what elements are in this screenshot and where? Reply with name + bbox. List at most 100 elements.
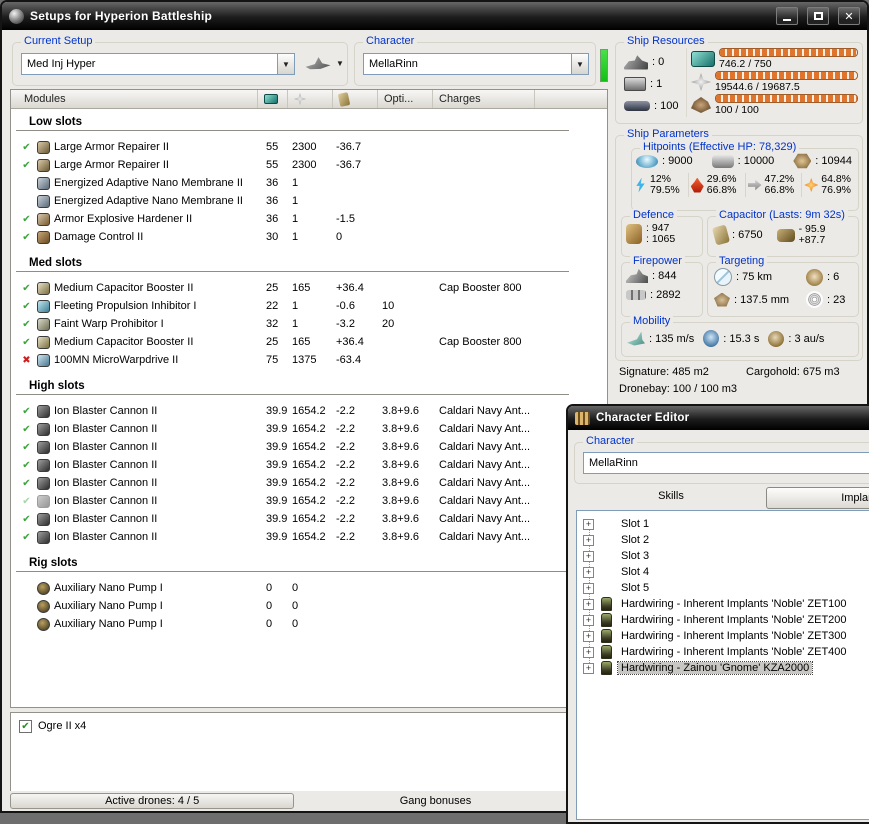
minimize-button[interactable] (776, 7, 798, 25)
expand-icon[interactable]: + (583, 662, 594, 674)
module-row[interactable]: ✔ Fleeting Propulsion Inhibitor I 22 1 -0.6 1… (11, 297, 607, 315)
header-charges[interactable]: Charges (433, 90, 535, 108)
ship-menu-button[interactable]: ▼ (305, 56, 344, 70)
header-modules[interactable]: Modules (11, 90, 258, 108)
tree-item[interactable]: + Hardwiring - Inherent Implants 'Noble' … (577, 628, 869, 644)
expand-icon[interactable]: + (583, 550, 594, 562)
expand-icon[interactable]: + (583, 518, 594, 530)
resource-bar-text: 100 / 100 (715, 104, 759, 116)
module-row[interactable]: ✔ Ion Blaster Cannon II 39.9 1654.2 -2.2 3.8+… (11, 492, 607, 510)
module-row[interactable]: ✔ Armor Explosive Hardener II 36 1 -1.5 (11, 210, 607, 228)
cell-cpu: 39.9 (266, 423, 288, 435)
editor-character-field[interactable] (583, 452, 869, 474)
expand-icon[interactable]: + (583, 566, 594, 578)
module-row[interactable]: ✔ Ion Blaster Cannon II 39.9 1654.2 -2.2 3.8+… (11, 402, 607, 420)
tree-icon-slot (598, 613, 614, 627)
setup-input[interactable] (22, 54, 277, 74)
module-row[interactable]: ✔ Ion Blaster Cannon II 39.9 1654.2 -2.2 3.8+… (11, 510, 607, 528)
module-row[interactable]: ✖ 100MN MicroWarpdrive II 75 1375 -63.4 (11, 351, 607, 369)
header-powergrid[interactable] (288, 90, 333, 108)
online-check-icon[interactable]: ✔ (20, 460, 33, 471)
tree-item[interactable]: + Slot 5 (577, 580, 869, 596)
module-row[interactable]: ✔ Ion Blaster Cannon II 39.9 1654.2 -2.2 3.8+… (11, 456, 607, 474)
expand-icon[interactable]: + (583, 534, 594, 546)
resource-bar-fill (716, 72, 856, 79)
tree-item[interactable]: + Hardwiring - Inherent Implants 'Noble' … (577, 596, 869, 612)
active-drones-button[interactable]: Active drones: 4 / 5 (10, 793, 295, 809)
online-check-icon[interactable]: ✔ (20, 232, 33, 243)
module-row[interactable]: Auxiliary Nano Pump I 0 0 (11, 615, 607, 633)
module-row[interactable]: ✔ Ion Blaster Cannon II 39.9 1654.2 -2.2 3.8+… (11, 528, 607, 546)
tree-item[interactable]: + Hardwiring - Inherent Implants 'Noble' … (577, 612, 869, 628)
main-titlebar[interactable]: Setups for Hyperion Battleship ✕ (2, 2, 867, 30)
tree-item[interactable]: + Slot 4 (577, 564, 869, 580)
tree-item[interactable]: + Slot 2 (577, 532, 869, 548)
online-check-icon[interactable]: ✔ (20, 442, 33, 453)
expand-icon[interactable]: + (583, 630, 594, 642)
online-check-icon[interactable]: ✔ (20, 214, 33, 225)
header-capacitor[interactable] (333, 90, 378, 108)
drone-row[interactable]: ✔ Ogre II x4 (19, 718, 599, 734)
close-button[interactable]: ✕ (838, 7, 860, 25)
cell-opti: 3.8+9.6 (382, 477, 420, 489)
module-row[interactable]: Auxiliary Nano Pump I 0 0 (11, 597, 607, 615)
character-input[interactable] (364, 54, 571, 74)
online-check-icon[interactable]: ✔ (20, 424, 33, 435)
online-check-icon[interactable]: ✔ (20, 160, 33, 171)
maximize-button[interactable] (807, 7, 829, 25)
module-row[interactable]: Auxiliary Nano Pump I 0 0 (11, 579, 607, 597)
online-check-icon[interactable]: ✔ (20, 514, 33, 525)
resist-values: 64.8% 76.9% (821, 174, 851, 196)
drone-checkbox[interactable]: ✔ (19, 719, 32, 733)
module-name: Ion Blaster Cannon II (54, 495, 158, 507)
module-row[interactable]: ✔ Ion Blaster Cannon II 39.9 1654.2 -2.2 3.8+… (11, 420, 607, 438)
expand-icon[interactable]: + (583, 614, 594, 626)
expand-icon[interactable]: + (583, 582, 594, 594)
online-check-icon[interactable]: ✔ (20, 142, 33, 153)
module-name: Medium Capacitor Booster II (54, 282, 194, 294)
setup-dropdown-arrow[interactable]: ▼ (277, 54, 294, 74)
online-check-icon[interactable]: ✔ (20, 319, 33, 330)
resource-bar (719, 48, 858, 57)
expand-icon[interactable]: + (583, 598, 594, 610)
online-check-icon[interactable]: ✔ (20, 337, 33, 348)
online-check-icon[interactable]: ✔ (20, 301, 33, 312)
tab-implants[interactable]: Implants (766, 487, 869, 509)
header-cpu[interactable] (258, 90, 288, 108)
character-combo[interactable]: ▼ (363, 53, 589, 75)
module-row[interactable]: ✔ Medium Capacitor Booster II 25 165 +36.4 Ca… (11, 279, 607, 297)
module-row[interactable]: ✔ Large Armor Repairer II 55 2300 -36.7 (11, 138, 607, 156)
online-check-icon[interactable]: ✔ (20, 496, 33, 507)
online-check-icon[interactable]: ✔ (20, 283, 33, 294)
editor-titlebar[interactable]: Character Editor (568, 406, 869, 430)
offline-x-icon[interactable]: ✖ (20, 355, 33, 366)
module-row[interactable]: ✔ Large Armor Repairer II 55 2300 -36.7 (11, 156, 607, 174)
module-row[interactable]: ✔ Damage Control II 30 1 0 (11, 228, 607, 246)
tree-item[interactable]: + Hardwiring - Zainou 'Gnome' KZA2000 (577, 660, 869, 676)
character-dropdown-arrow[interactable]: ▼ (571, 54, 588, 74)
module-row[interactable]: Energized Adaptive Nano Membrane II 36 1 (11, 192, 607, 210)
resist-armor: 76.9% (821, 184, 852, 196)
online-check-icon[interactable]: ✔ (20, 478, 33, 489)
online-check-icon[interactable]: ✔ (20, 406, 33, 417)
tree-item[interactable]: + Slot 1 (577, 516, 869, 532)
module-row[interactable]: Energized Adaptive Nano Membrane II 36 1 (11, 174, 607, 192)
module-row[interactable]: ✔ Ion Blaster Cannon II 39.9 1654.2 -2.2 3.8+… (11, 474, 607, 492)
module-row[interactable]: ✔ Ion Blaster Cannon II 39.9 1654.2 -2.2 3.8+… (11, 438, 607, 456)
tree-item[interactable]: + Slot 3 (577, 548, 869, 564)
gang-bonuses-button[interactable]: Gang bonuses (294, 795, 576, 807)
tab-skills[interactable]: Skills (576, 490, 766, 502)
cell-pg: 1654.2 (292, 423, 326, 435)
module-row[interactable]: ✔ Faint Warp Prohibitor I 32 1 -3.2 20 (11, 315, 607, 333)
module-name-cell: Energized Adaptive Nano Membrane II (11, 194, 258, 208)
header-opti[interactable]: Opti... (378, 90, 433, 108)
module-row[interactable]: ✔ Medium Capacitor Booster II 25 165 +36.4 Ca… (11, 333, 607, 351)
slot-section: Med slots ✔ Medium Capacitor Booster II 25 1… (11, 254, 607, 369)
online-check-icon[interactable]: ✔ (20, 532, 33, 543)
header-spacer (535, 90, 607, 108)
tree-item[interactable]: + Hardwiring - Inherent Implants 'Noble' … (577, 644, 869, 660)
setup-combo[interactable]: ▼ (21, 53, 295, 75)
cell-pg: 165 (292, 336, 311, 348)
editor-character-input[interactable] (584, 453, 869, 473)
expand-icon[interactable]: + (583, 646, 594, 658)
